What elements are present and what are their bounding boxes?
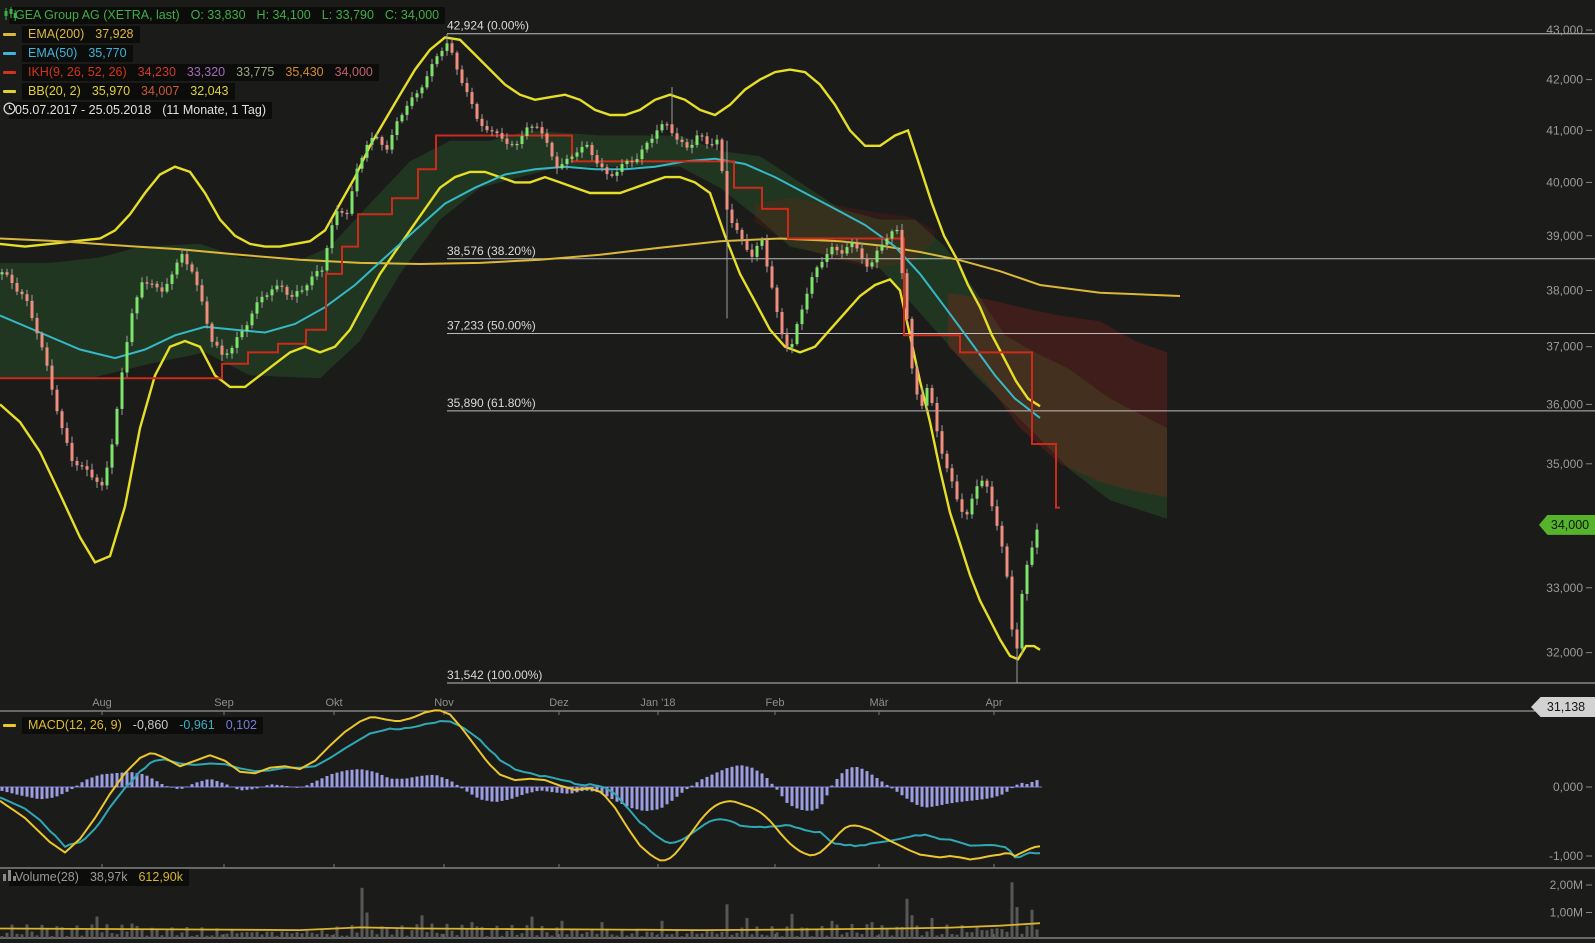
legend-segment: 35,970	[91, 84, 131, 98]
axis-label: 0,000	[1553, 780, 1583, 794]
legend-segment: EMA(50)	[28, 46, 78, 60]
axis-label: Mär	[870, 697, 889, 709]
legend-text: IKH(9, 26, 52, 26) 34,230 33,320 33,775 35,4…	[22, 64, 379, 81]
axis-label: 32,000	[1546, 646, 1583, 660]
range-bottom-tag: 31,138	[1531, 697, 1595, 717]
legend-segment: MACD(12, 26, 9)	[28, 718, 122, 732]
axis-label: Dez	[549, 697, 569, 709]
ema50-row[interactable]: EMA(50) 35,770	[3, 45, 133, 62]
axis-label: Aug	[92, 697, 112, 709]
axis-label: 1,00M	[1550, 906, 1583, 920]
axis-label: 31,542 (100.00%)	[447, 668, 542, 682]
line-swatch-icon	[3, 71, 16, 74]
macd-plot-area[interactable]	[0, 711, 1484, 866]
legend-segment: 37,928	[95, 27, 134, 41]
line-swatch-icon	[3, 33, 16, 36]
daterange-row[interactable]: 05.07.2017 - 25.05.2018 (11 Monate, 1 Tag…	[3, 102, 273, 119]
legend-segment: C: 34,000	[384, 8, 440, 22]
legend-segment: BB(20, 2)	[28, 84, 81, 98]
macd-row[interactable]: MACD(12, 26, 9) -0,860 -0,961 0,102	[3, 717, 263, 734]
axis-label: Jan '18	[640, 697, 675, 709]
legend-text: BB(20, 2) 35,970 34,007 32,043	[22, 83, 235, 100]
legend-segment: L: 33,790	[321, 8, 374, 22]
legend-segment: 32,043	[190, 84, 229, 98]
price-axis[interactable]	[1484, 0, 1595, 943]
axis-label: Nov	[434, 697, 454, 709]
legend-segment: Volume(28)	[15, 870, 79, 884]
axis-label: -1,000	[1549, 849, 1583, 863]
axis-label: 38,000	[1546, 283, 1583, 297]
bb-row[interactable]: BB(20, 2) 35,970 34,007 32,043	[3, 83, 235, 100]
axis-label: Feb	[766, 697, 785, 709]
axis-label: 43,000	[1546, 23, 1583, 37]
legend-segment: (11 Monate, 1 Tag)	[162, 103, 267, 117]
axis-label: 36,000	[1546, 397, 1583, 411]
axis-label: Okt	[325, 697, 342, 709]
legend-segment: 0,102	[225, 718, 257, 732]
line-swatch-icon	[3, 724, 16, 727]
axis-label: 42,000	[1546, 73, 1583, 87]
legend-segment: EMA(200)	[28, 27, 85, 41]
chart-canvas[interactable]: 42,924 (0.00%) 38,576 (38.20%) 37,233 (50.…	[0, 0, 1595, 943]
volume-row[interactable]: Volume(28) 38,97k 612,90k	[3, 869, 189, 886]
legend-segment: -0,860	[132, 718, 169, 732]
axis-label: 42,924 (0.00%)	[447, 19, 529, 33]
legend-segment: -0,961	[179, 718, 215, 732]
legend-segment: 34,230	[137, 65, 176, 79]
legend-segment: O: 33,830	[190, 8, 246, 22]
legend-segment: GEA Group AG (XETRA, last)	[15, 8, 180, 22]
legend-text: EMA(200) 37,928	[22, 26, 140, 43]
legend-segment: 33,775	[236, 65, 275, 79]
ema200-row[interactable]: EMA(200) 37,928	[3, 26, 140, 43]
axis-label: 37,000	[1546, 340, 1583, 354]
legend-segment: IKH(9, 26, 52, 26)	[28, 65, 127, 79]
axis-label: Apr	[985, 697, 1002, 709]
axis-label: 41,000	[1546, 123, 1583, 137]
legend-segment: 35,430	[285, 65, 324, 79]
legend-text: EMA(50) 35,770	[22, 45, 133, 62]
ikh-row[interactable]: IKH(9, 26, 52, 26) 34,230 33,320 33,775 35,4…	[3, 64, 379, 81]
legend-text: MACD(12, 26, 9) -0,860 -0,961 0,102	[22, 717, 263, 734]
axis-label: 35,000	[1546, 457, 1583, 471]
axis-label: 35,890 (61.80%)	[447, 396, 536, 410]
legend-segment: 38,97k	[89, 870, 128, 884]
axis-label: 39,000	[1546, 229, 1583, 243]
legend-text: 05.07.2017 - 25.05.2018 (11 Monate, 1 Tag…	[9, 102, 273, 119]
line-swatch-icon	[3, 52, 16, 55]
last-price-tag: 34,000	[1539, 514, 1595, 535]
axis-label: 33,000	[1546, 581, 1583, 595]
legend-segment: 612,90k	[138, 870, 183, 884]
line-swatch-icon	[3, 90, 16, 93]
axis-label: 40,000	[1546, 175, 1583, 189]
axis-label: 38,576 (38.20%)	[447, 244, 536, 258]
legend-segment: 34,000	[334, 65, 373, 79]
legend-segment: H: 34,100	[256, 8, 311, 22]
legend-segment: 34,007	[141, 84, 180, 98]
trading-chart-window: 42,924 (0.00%) 38,576 (38.20%) 37,233 (50.…	[0, 0, 1595, 943]
legend-segment: 35,770	[88, 46, 127, 60]
axis-label: 37,233 (50.00%)	[447, 318, 536, 332]
legend-segment: 33,320	[186, 65, 226, 79]
axis-label: 2,00M	[1550, 878, 1583, 892]
legend-segment: 05.07.2017 - 25.05.2018	[15, 103, 152, 117]
legend-text: GEA Group AG (XETRA, last) O: 33,830 H: 34…	[9, 7, 446, 24]
axis-label: Sep	[214, 697, 234, 709]
series-row[interactable]: GEA Group AG (XETRA, last) O: 33,830 H: 34…	[3, 7, 446, 24]
legend-text: Volume(28) 38,97k 612,90k	[9, 869, 189, 886]
